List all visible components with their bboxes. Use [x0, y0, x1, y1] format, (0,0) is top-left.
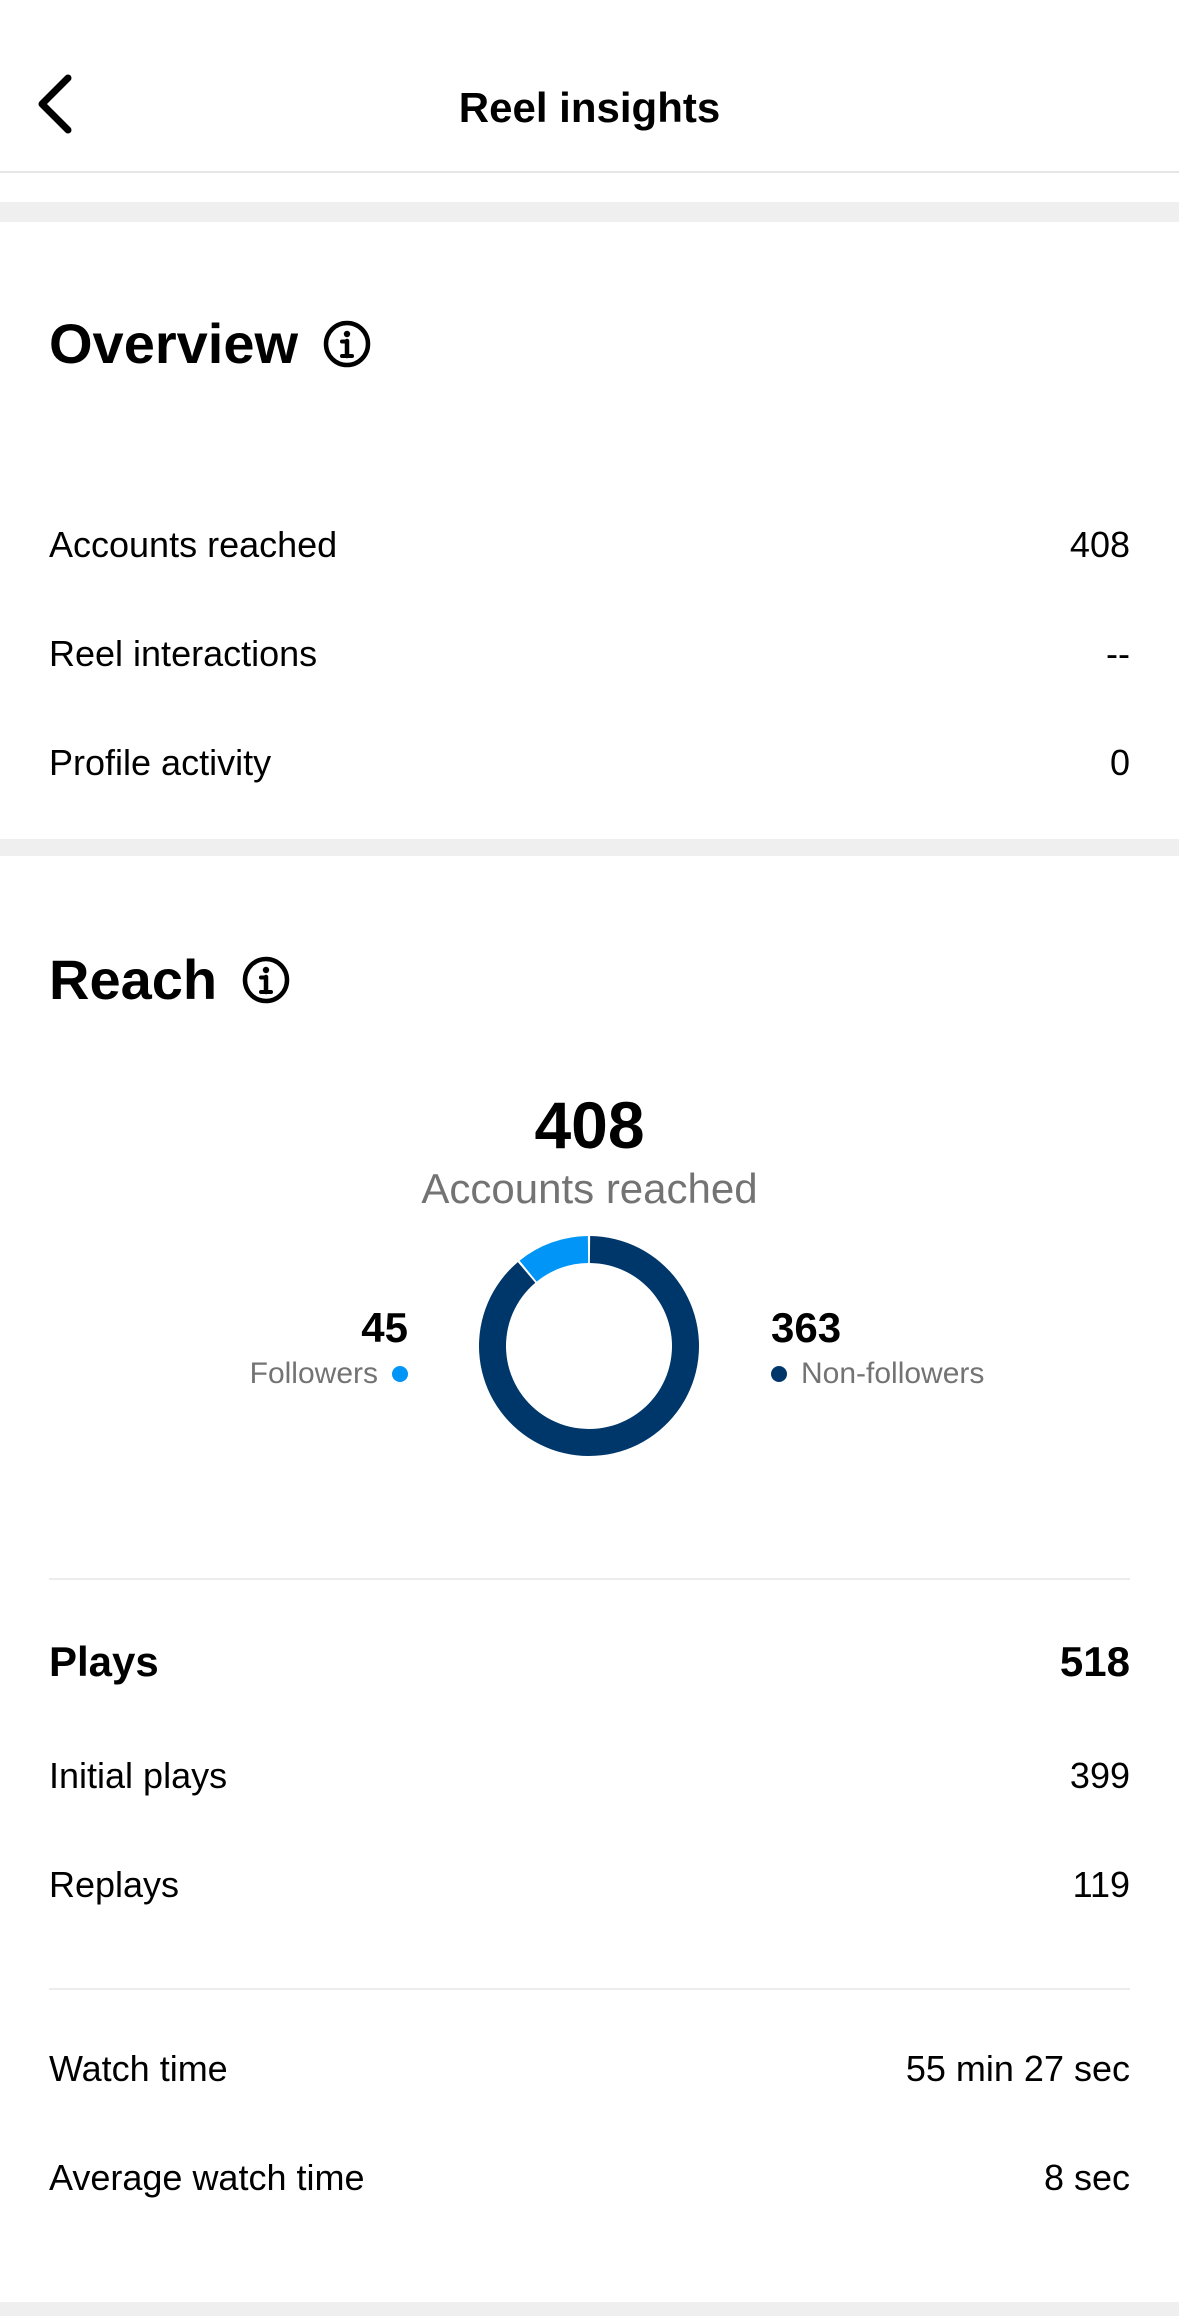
section-separator: [0, 202, 1179, 222]
non-followers-dot: [771, 1366, 787, 1382]
accounts-reached-row: Accounts reached 408: [49, 515, 1130, 575]
divider: [49, 1988, 1130, 1990]
watch-time-row: Watch time 55 min 27 sec: [49, 2039, 1130, 2099]
row-label: Profile activity: [49, 742, 272, 783]
reach-heading: Reach: [49, 945, 291, 1015]
row-value: 518: [1059, 1638, 1130, 1685]
reach-total: 408: [534, 1088, 645, 1162]
row-value: 55 min 27 sec: [905, 2048, 1130, 2089]
reel-interactions-row: Reel interactions --: [49, 624, 1130, 684]
section-separator: [0, 839, 1179, 856]
info-icon[interactable]: [322, 319, 372, 369]
followers-value: 45: [361, 1304, 408, 1351]
row-label: Plays: [49, 1638, 159, 1685]
row-label: Replays: [49, 1864, 180, 1905]
section-separator: [0, 2302, 1179, 2316]
non-followers-legend: 363 Non-followers: [771, 1302, 984, 1394]
page-title: Reel insights: [458, 84, 721, 131]
plays-row: Plays 518: [49, 1632, 1130, 1692]
row-label: Reel interactions: [49, 633, 318, 674]
overview-heading: Overview: [49, 309, 372, 379]
replays-row: Replays 119: [49, 1855, 1130, 1915]
reach-total-label: Accounts reached: [421, 1165, 758, 1212]
non-followers-label: Non-followers: [801, 1357, 985, 1390]
average-watch-time-row: Average watch time 8 sec: [49, 2148, 1130, 2208]
header: Reel insights: [0, 0, 1179, 173]
row-label: Accounts reached: [49, 524, 338, 565]
divider: [49, 1578, 1130, 1580]
header-divider: [0, 171, 1179, 173]
row-value: 408: [1069, 524, 1130, 565]
row-value: 0: [1109, 742, 1130, 783]
followers-label: Followers: [249, 1357, 378, 1390]
row-value: 8 sec: [1043, 2157, 1130, 2198]
followers-dot: [392, 1366, 408, 1382]
row-value: --: [1106, 633, 1130, 674]
row-label: Initial plays: [49, 1755, 228, 1796]
donut-slice-non-followers: [479, 1236, 699, 1456]
overview-title: Overview: [49, 312, 299, 375]
profile-activity-row: Profile activity 0: [49, 733, 1130, 793]
row-label: Watch time: [49, 2048, 228, 2089]
info-icon[interactable]: [241, 955, 291, 1005]
reach-title: Reach: [49, 948, 218, 1011]
reach-donut-chart: [479, 1236, 699, 1456]
non-followers-value: 363: [771, 1304, 842, 1351]
row-value: 119: [1072, 1864, 1130, 1905]
followers-legend: 45 Followers: [250, 1302, 408, 1394]
donut-slice-followers: [519, 1236, 589, 1282]
row-value: 399: [1069, 1755, 1130, 1796]
initial-plays-row: Initial plays 399: [49, 1746, 1130, 1806]
row-label: Average watch time: [49, 2157, 365, 2198]
